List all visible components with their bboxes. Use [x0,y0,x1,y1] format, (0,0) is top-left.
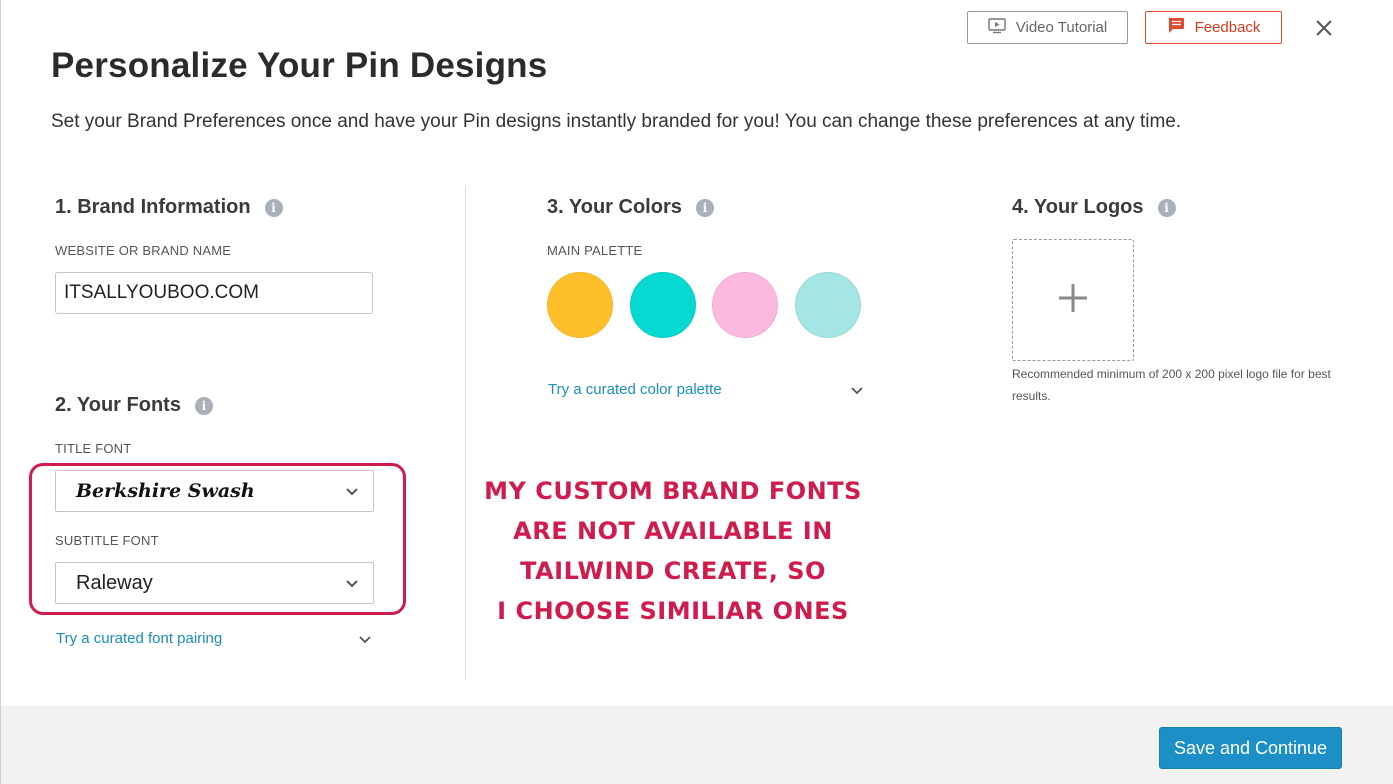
info-icon[interactable]: i [194,396,213,415]
your-logos-title: 4. Your Logos [1012,196,1144,218]
page-title: Personalize Your Pin Designs [51,46,548,85]
annotation-line: MY CUSTOM BRAND FONTS [484,477,862,505]
your-fonts-title: 2. Your Fonts [55,394,181,416]
close-icon[interactable] [1309,13,1339,43]
curated-font-pairing-link: Try a curated font pairing [56,630,223,647]
color-swatch-3[interactable] [712,272,778,338]
website-brand-name-input[interactable] [55,272,373,314]
website-brand-name-label: WEBSITE OR BRAND NAME [55,243,232,258]
your-logos-heading: 4. Your Logos i [1012,196,1176,219]
logo-size-note: Recommended minimum of 200 x 200 pixel l… [1012,367,1331,403]
video-tutorial-label: Video Tutorial [1015,19,1108,36]
annotation-line: ARE NOT AVAILABLE IN [513,517,833,545]
logo-upload-dropzone[interactable] [1012,239,1134,361]
annotation-line: I CHOOSE SIMILIAR ONES [497,597,849,625]
brand-information-title: 1. Brand Information [55,196,251,218]
video-play-icon [988,17,1006,38]
chevron-down-icon [358,632,372,646]
curated-color-palette-dropdown[interactable]: Try a curated color palette [548,381,864,398]
your-fonts-heading: 2. Your Fonts i [55,394,213,417]
info-icon[interactable]: i [695,198,714,217]
color-swatch-1[interactable] [547,272,613,338]
brand-information-heading: 1. Brand Information i [55,196,283,219]
page-subtitle: Set your Brand Preferences once and have… [51,111,1182,132]
annotation-highlight-box [29,463,406,615]
column-divider [465,187,466,680]
annotation-line: TAILWIND CREATE, SO [520,557,826,585]
plus-icon [1057,282,1089,319]
info-icon[interactable]: i [1157,198,1176,217]
your-colors-title: 3. Your Colors [547,196,682,218]
save-and-continue-button[interactable]: Save and Continue [1159,727,1342,769]
chevron-down-icon [850,383,864,397]
main-palette-label: MAIN PALETTE [547,243,643,258]
curated-color-palette-link: Try a curated color palette [548,381,722,398]
curated-font-pairing-dropdown[interactable]: Try a curated font pairing [56,630,372,647]
color-swatch-4[interactable] [795,272,861,338]
color-swatch-2[interactable] [630,272,696,338]
title-font-label: TITLE FONT [55,441,132,456]
feedback-label: Feedback [1194,19,1261,36]
feedback-button[interactable]: Feedback [1145,11,1282,44]
info-icon[interactable]: i [264,198,283,217]
your-colors-heading: 3. Your Colors i [547,196,714,219]
annotation-text: MY CUSTOM BRAND FONTS ARE NOT AVAILABLE … [468,471,878,631]
feedback-message-icon [1167,17,1185,38]
left-edge-divider [0,0,1,784]
video-tutorial-button[interactable]: Video Tutorial [967,11,1128,44]
